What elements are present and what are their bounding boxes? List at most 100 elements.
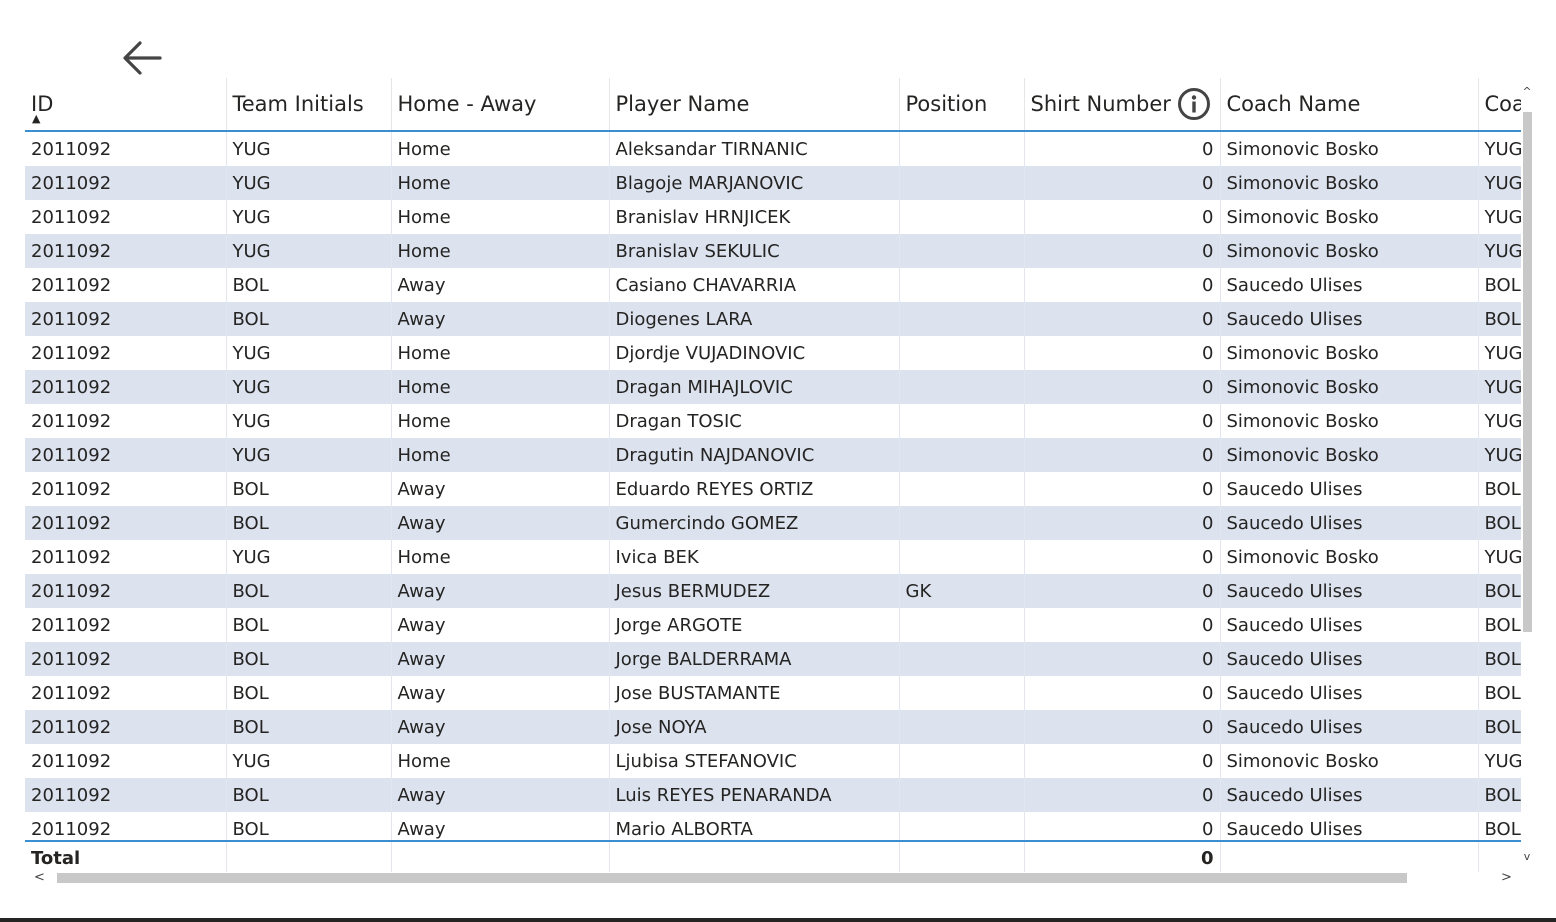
column-header-position[interactable]: Position <box>899 78 1025 132</box>
cell-home-away: Home <box>391 404 610 438</box>
table-row[interactable]: 2011092 BOL Away Jose NOYA 0 Saucedo Ulises BO… <box>25 710 1521 744</box>
cell-home-away: Home <box>391 200 610 234</box>
column-header-home-away[interactable]: Home - Away <box>391 78 610 132</box>
cell-shirt-number: 0 <box>1024 166 1221 200</box>
table-row[interactable]: 2011092 YUG Home Aleksandar TIRNANIC 0 Simono… <box>25 131 1521 166</box>
table-row[interactable]: 2011092 BOL Away Luis REYES PENARANDA 0 Sauce… <box>25 778 1521 812</box>
back-button[interactable] <box>120 38 164 78</box>
table-row[interactable]: 2011092 BOL Away Eduardo REYES ORTIZ 0 Sauced… <box>25 472 1521 506</box>
cell-position <box>899 744 1025 778</box>
info-icon[interactable] <box>1177 87 1211 121</box>
cell-shirt-number: 0 <box>1024 710 1221 744</box>
cell-coach-name: Saucedo Ulises <box>1220 676 1479 710</box>
table-row[interactable]: 2011092 BOL Away Jorge ARGOTE 0 Saucedo Ulise… <box>25 608 1521 642</box>
cell-player-name: Dragan TOSIC <box>609 404 900 438</box>
scroll-left-icon[interactable]: < <box>34 870 45 885</box>
cell-shirt-number: 0 <box>1024 608 1221 642</box>
cell-player-name: Jorge BALDERRAMA <box>609 642 900 676</box>
cell-team-initials: BOL <box>226 302 392 336</box>
total-cell <box>226 842 392 874</box>
table-row[interactable]: 2011092 BOL Away Jorge BALDERRAMA 0 Saucedo U… <box>25 642 1521 676</box>
table-row[interactable]: 2011092 YUG Home Dragan MIHAJLOVIC 0 Simonovi… <box>25 370 1521 404</box>
cell-id: 2011092 <box>25 710 227 744</box>
vertical-scrollbar[interactable]: ^ v <box>1521 78 1533 874</box>
cell-coach-name: Saucedo Ulises <box>1220 778 1479 812</box>
cell-coach-team: BOL <box>1478 778 1521 812</box>
cell-shirt-number: 0 <box>1024 506 1221 540</box>
cell-team-initials: BOL <box>226 506 392 540</box>
cell-team-initials: BOL <box>226 676 392 710</box>
cell-home-away: Home <box>391 234 610 268</box>
cell-team-initials: BOL <box>226 608 392 642</box>
scroll-up-icon[interactable]: ^ <box>1521 86 1533 98</box>
table-row[interactable]: 2011092 BOL Away Casiano CHAVARRIA 0 Saucedo … <box>25 268 1521 302</box>
column-header-id[interactable]: ID ▲ <box>25 78 227 132</box>
cell-id: 2011092 <box>25 336 227 370</box>
cell-home-away: Away <box>391 608 610 642</box>
cell-team-initials: BOL <box>226 472 392 506</box>
cell-home-away: Away <box>391 472 610 506</box>
cell-home-away: Home <box>391 744 610 778</box>
cell-home-away: Home <box>391 336 610 370</box>
cell-coach-team: BOL <box>1478 506 1521 540</box>
cell-coach-name: Simonovic Bosko <box>1220 370 1479 404</box>
cell-player-name: Jesus BERMUDEZ <box>609 574 900 608</box>
cell-coach-team: YUG <box>1484 546 1522 568</box>
table-row[interactable]: 2011092 YUG Home Dragan TOSIC 0 Simonovic Bos… <box>25 404 1521 438</box>
total-shirt-number: 0 <box>1024 842 1221 874</box>
column-header-shirt-number[interactable]: Shirt Number <box>1024 78 1221 132</box>
total-cell <box>391 842 610 874</box>
table-row[interactable]: 2011092 YUG Home Blagoje MARJANOVIC 0 Simonov… <box>25 166 1521 200</box>
cell-coach-name: Simonovic Bosko <box>1220 234 1479 268</box>
table-row[interactable]: 2011092 BOL Away Jose BUSTAMANTE 0 Saucedo Ul… <box>25 676 1521 710</box>
scroll-down-icon[interactable]: v <box>1521 851 1533 863</box>
cell-coach-name: Saucedo Ulises <box>1220 710 1479 744</box>
horizontal-scroll-thumb[interactable] <box>57 873 1407 883</box>
cell-position <box>899 234 1025 268</box>
table-row[interactable]: 2011092 YUG Home Dragutin NAJDANOVIC 0 Simono… <box>25 438 1521 472</box>
column-header-label: Shirt Number <box>1030 92 1171 116</box>
cell-id: 2011092 <box>25 438 227 472</box>
cell-coach-team: YUG <box>1478 234 1521 268</box>
cell-coach-team: BOL <box>1478 710 1521 744</box>
cell-coach-team: YUG <box>1478 370 1521 404</box>
cell-position <box>899 710 1025 744</box>
header-row: ID ▲ Team Initials Home - Away Player Na… <box>25 78 1521 132</box>
cell-shirt-number: 0 <box>1024 268 1221 302</box>
scroll-right-icon[interactable]: > <box>1501 870 1512 885</box>
cell-team-initials: YUG <box>226 336 392 370</box>
column-header-coach-name[interactable]: Coach Name <box>1220 78 1479 132</box>
cell-shirt-number: 0 <box>1024 472 1221 506</box>
cell-id: 2011092 <box>25 540 227 574</box>
cell-coach-team: BOL <box>1478 642 1521 676</box>
cell-id: 2011092 <box>25 574 227 608</box>
vertical-scroll-thumb[interactable] <box>1523 112 1532 632</box>
cell-shirt-number: 0 <box>1024 574 1221 608</box>
cell-coach-name: Saucedo Ulises <box>1220 506 1479 540</box>
table-row[interactable]: 2011092 YUG Home Branislav HRNJICEK 0 Simonov… <box>25 200 1521 234</box>
cell-id: 2011092 <box>25 676 227 710</box>
table-row[interactable]: 2011092 BOL Away Jesus BERMUDEZ GK 0 Saucedo U… <box>25 574 1521 608</box>
table-row[interactable]: 2011092 YUG Home Djordje VUJADINOVIC 0 Simono… <box>25 336 1521 370</box>
cell-position <box>899 131 1025 166</box>
total-cell <box>1220 842 1479 874</box>
column-header-label: Coach Name <box>1226 92 1361 116</box>
cell-coach-team: BOL <box>1478 574 1521 608</box>
column-header-player-name[interactable]: Player Name <box>609 78 900 132</box>
cell-team-initials: YUG <box>226 744 392 778</box>
column-header-coach-team[interactable]: Coa <box>1478 78 1521 132</box>
cell-team-initials: YUG <box>226 370 392 404</box>
cell-player-name: Mario ALBORTA <box>609 812 900 840</box>
cell-position <box>899 506 1025 540</box>
cell-coach-name: Saucedo Ulises <box>1220 268 1479 302</box>
table-row[interactable]: 2011092 YUG Home Ivica BEK 0 Simonovic Bosko Y… <box>25 540 1521 574</box>
table-row[interactable]: 2011092 BOL Away Gumercindo GOMEZ 0 Saucedo U… <box>25 506 1521 540</box>
table-row[interactable]: 2011092 YUG Home Branislav SEKULIC 0 Simonovi… <box>25 234 1521 268</box>
cell-player-name: Branislav SEKULIC <box>609 234 900 268</box>
table-row[interactable]: 2011092 YUG Home Ljubisa STEFANOVIC 0 Simonov… <box>25 744 1521 778</box>
table-row[interactable]: 2011092 BOL Away Diogenes LARA 0 Saucedo Ulis… <box>25 302 1521 336</box>
table-row[interactable]: 2011092 BOL Away Mario ALBORTA 0 Saucedo Ulis… <box>25 812 1521 840</box>
horizontal-scrollbar[interactable]: < > <box>25 870 1521 885</box>
cell-coach-name: Saucedo Ulises <box>1220 642 1479 676</box>
column-header-team-initials[interactable]: Team Initials <box>226 78 392 132</box>
